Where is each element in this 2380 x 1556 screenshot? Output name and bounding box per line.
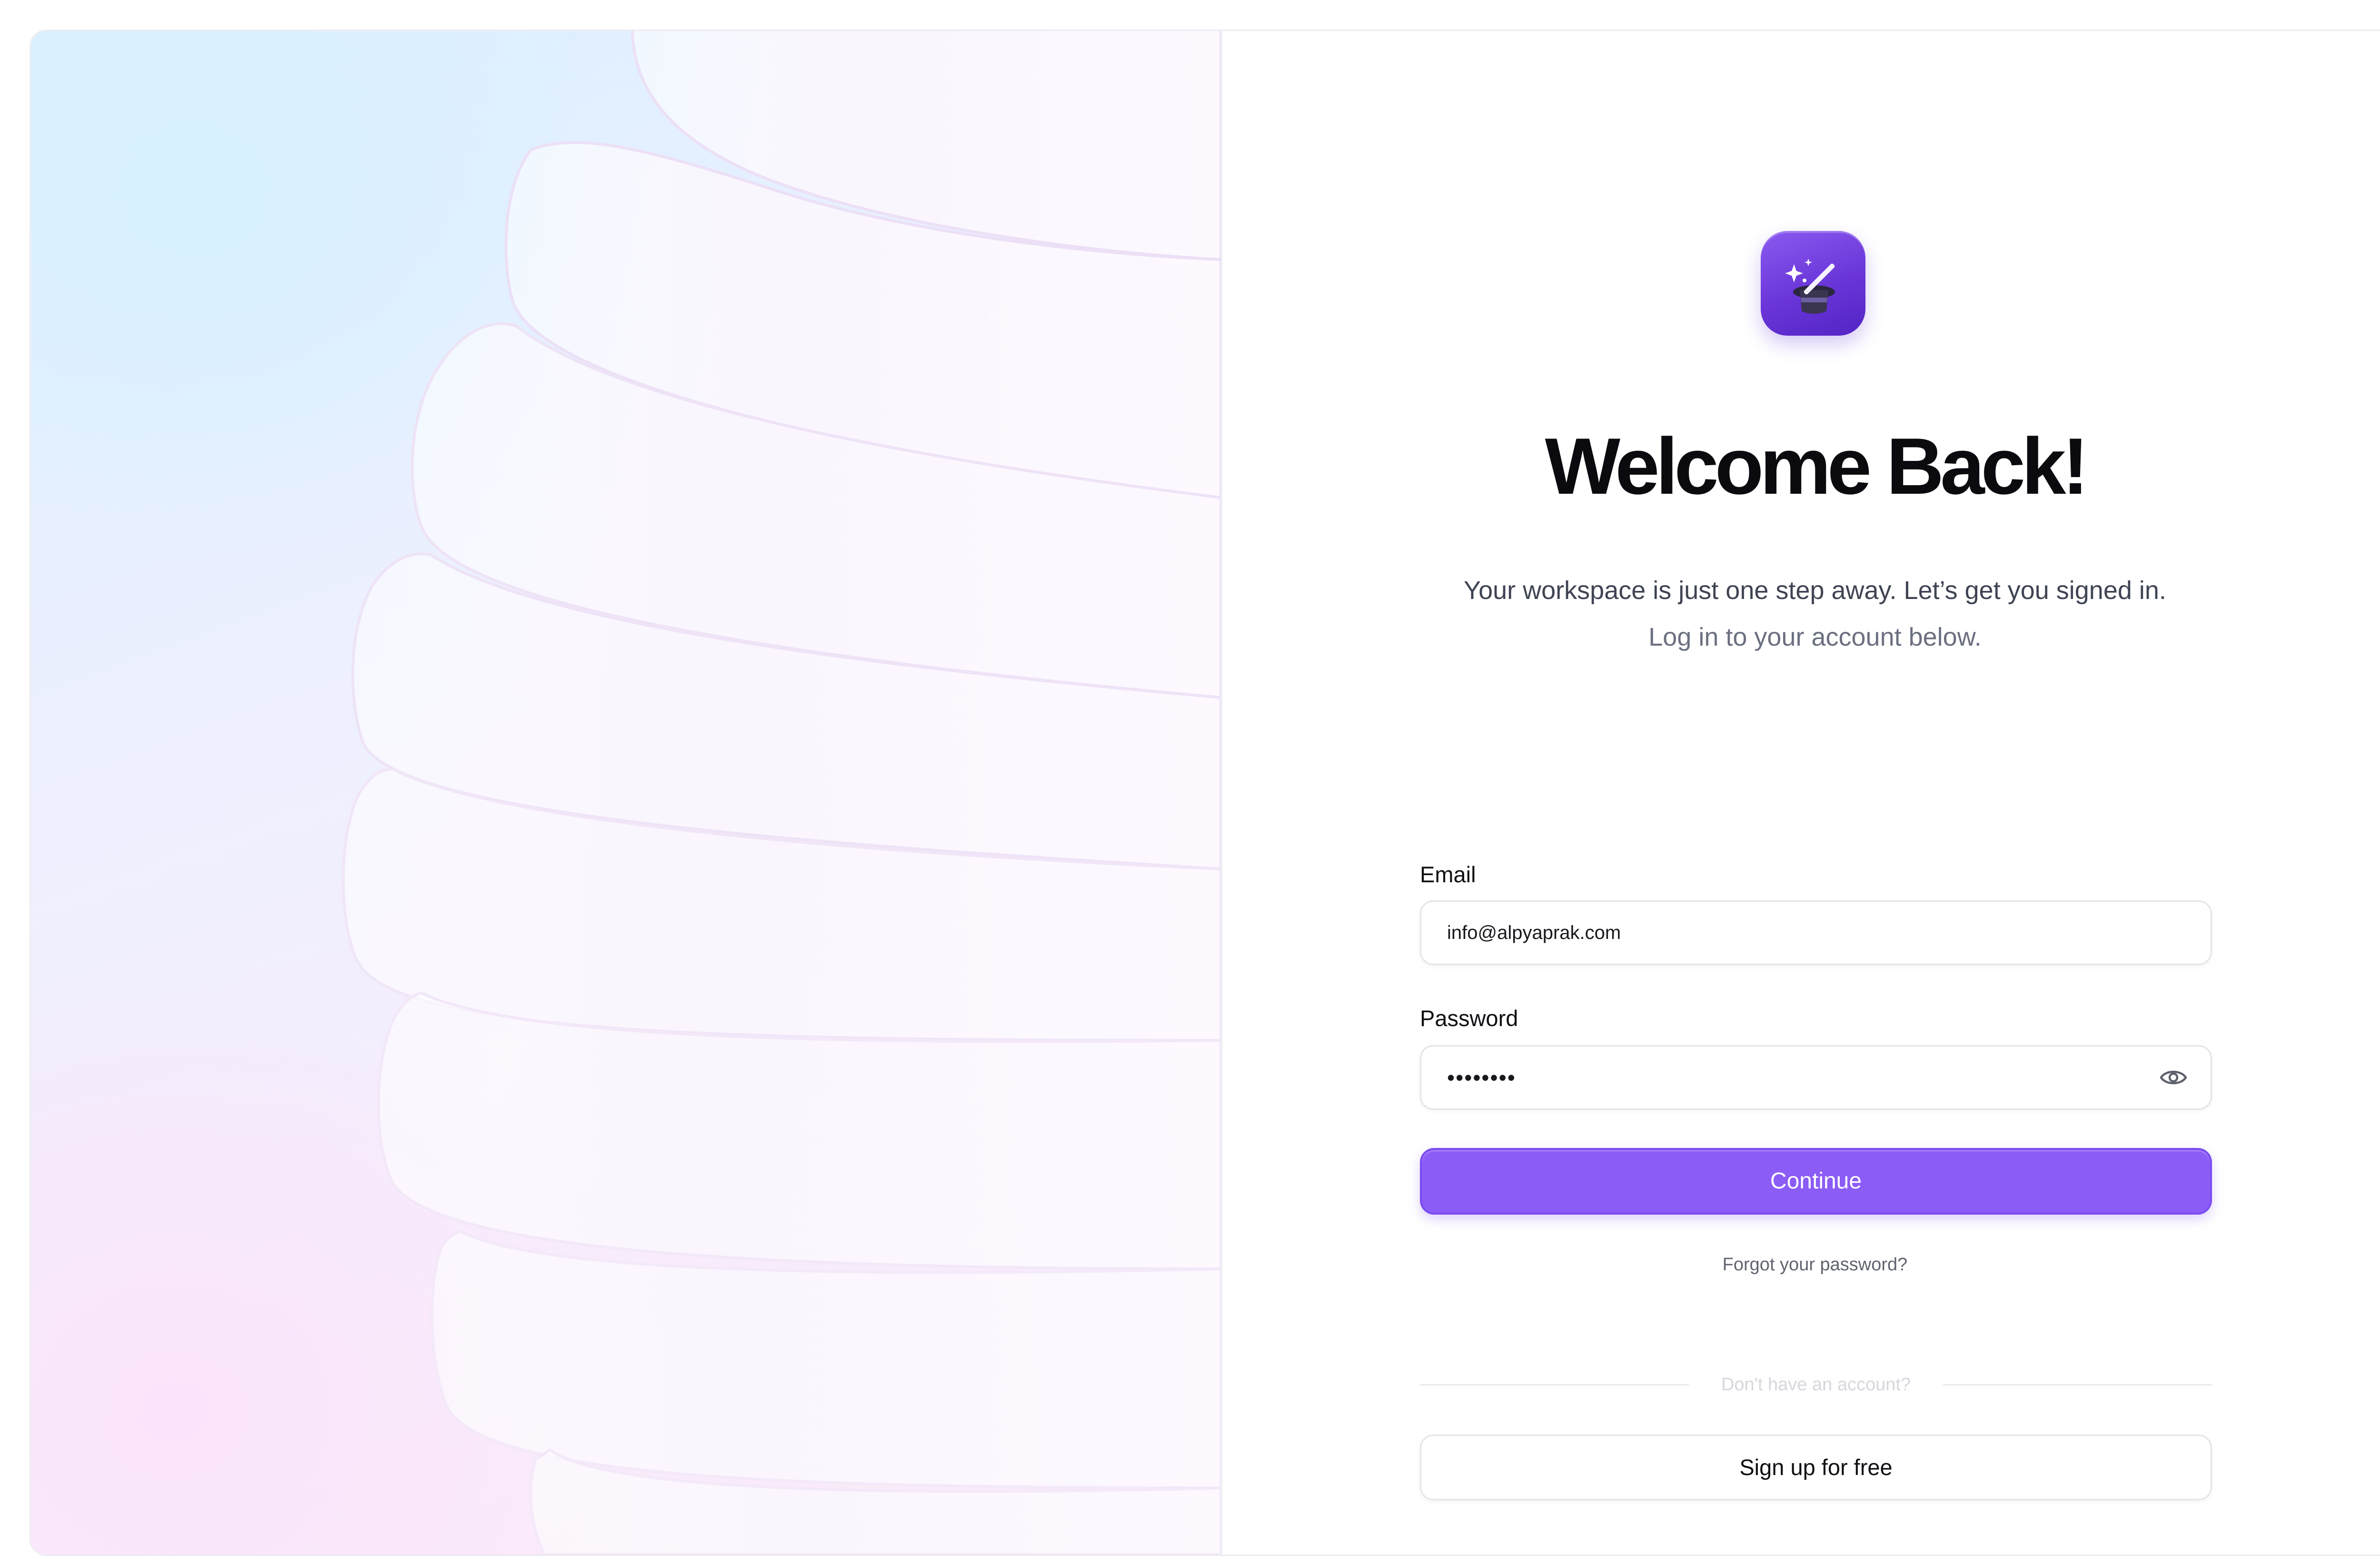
subtitle-secondary: Log in to your account below. (1648, 623, 1982, 651)
password-label: Password (1420, 1006, 1518, 1031)
email-label: Email (1420, 862, 1476, 887)
magic-hat-wand-icon (1761, 231, 1865, 336)
continue-button[interactable]: Continue (1420, 1148, 2212, 1215)
password-field[interactable]: •••••••• (1420, 1045, 2212, 1110)
email-field[interactable]: info@alpyaprak.com (1420, 900, 2212, 965)
eye-icon[interactable] (2159, 1066, 2188, 1089)
login-window: Welcome Back! Your workspace is just one… (30, 30, 2380, 1556)
email-value: info@alpyaprak.com (1447, 922, 1621, 943)
password-value: •••••••• (1447, 1065, 1516, 1090)
page-title: Welcome Back! (1545, 421, 2089, 511)
subtitle-primary: Your workspace is just one step away. Le… (1464, 576, 2166, 605)
login-panel: Welcome Back! Your workspace is just one… (1222, 31, 2380, 1555)
forgot-password-link[interactable]: Forgot your password? (1222, 1256, 2380, 1274)
signup-button[interactable]: Sign up for free (1420, 1435, 2212, 1500)
divider-line-right (1943, 1384, 2212, 1386)
stacked-discs-art (342, 31, 1221, 1555)
hero-illustration (31, 31, 1221, 1555)
signup-divider: Don't have an account? (1420, 1370, 2212, 1398)
